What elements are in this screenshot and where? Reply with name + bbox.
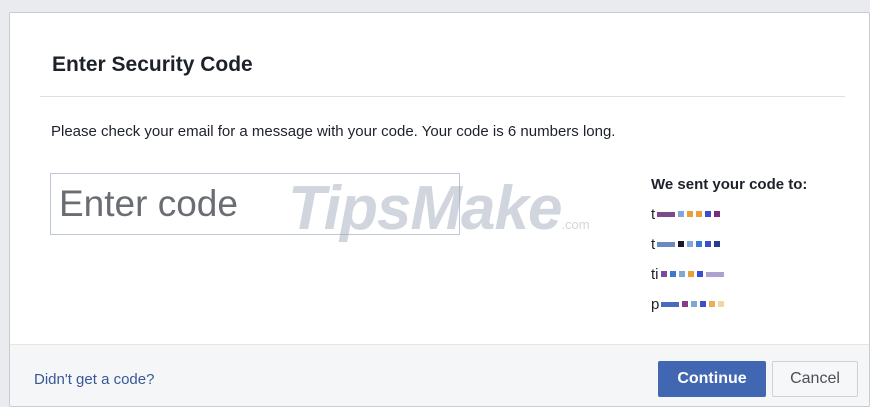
dialog-footer: Didn't get a code? Continue Cancel [10,344,869,406]
recipient-email: p [651,289,851,319]
redacted-pixels [660,271,724,277]
sent-to-title: We sent your code to: [651,176,808,193]
dialog-header: Enter Security Code [40,13,845,97]
recipient-prefix: ti [651,265,659,283]
security-code-dialog: Enter Security Code Please check your em… [9,12,870,407]
code-input[interactable] [50,173,460,235]
dialog-title: Enter Security Code [52,53,253,76]
recipient-email: t [651,199,851,229]
continue-button[interactable]: Continue [658,361,766,397]
cancel-button[interactable]: Cancel [772,361,858,397]
instruction-message: Please check your email for a message wi… [51,123,616,140]
recipient-prefix: t [651,235,656,253]
redacted-pixels [661,301,725,307]
didnt-get-code-link[interactable]: Didn't get a code? [34,371,154,388]
redacted-pixels [657,211,721,217]
recipient-email: ti [651,259,851,289]
sent-to-panel: We sent your code to: t t ti p [651,176,851,319]
watermark-suffix: .com [561,217,590,232]
recipient-prefix: t [651,205,656,223]
recipient-email: t [651,229,851,259]
redacted-pixels [657,241,721,247]
recipient-prefix: p [651,295,660,313]
